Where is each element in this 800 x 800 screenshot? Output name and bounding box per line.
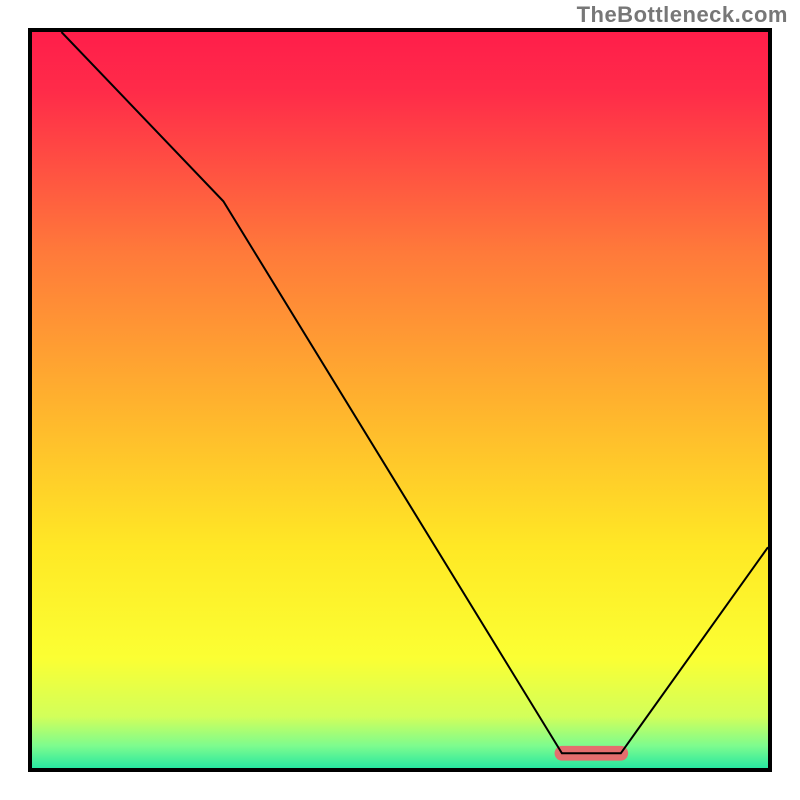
- heat-background: [32, 32, 768, 768]
- chart-frame: [28, 28, 772, 772]
- chart-container: TheBottleneck.com: [0, 0, 800, 800]
- watermark-text: TheBottleneck.com: [577, 2, 788, 28]
- chart-svg: [32, 32, 768, 768]
